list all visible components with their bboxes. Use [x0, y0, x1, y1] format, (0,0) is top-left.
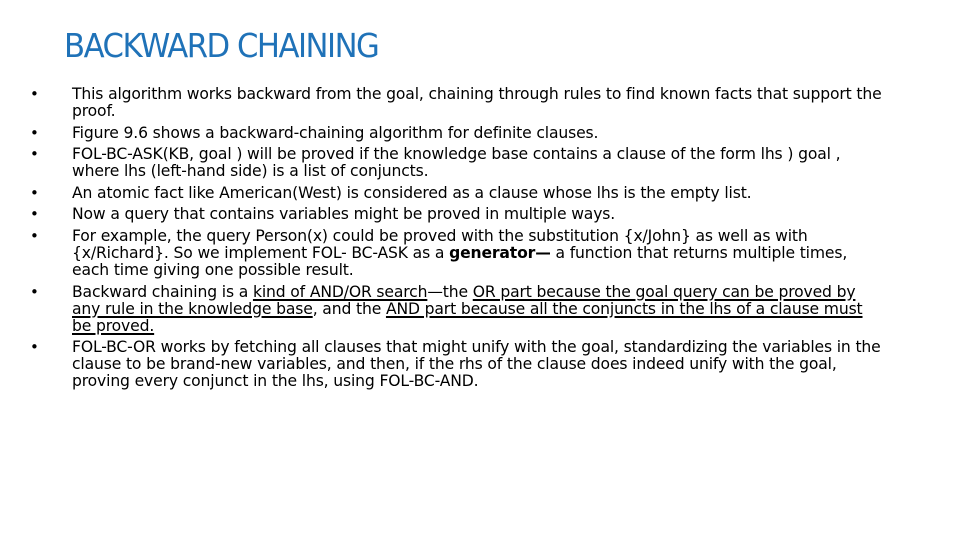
- bullet-text: This algorithm works backward from the g…: [72, 86, 882, 120]
- bullet-icon: •: [30, 205, 39, 224]
- bullet-icon: •: [30, 85, 39, 103]
- bullet-item: • For example, the query Person(x) could…: [26, 226, 886, 279]
- text-segment: Now a query that contains variables migh…: [72, 205, 616, 224]
- bullet-text: Backward chaining is a kind of AND/OR se…: [72, 282, 882, 335]
- bullet-icon: •: [30, 282, 39, 301]
- bullet-list: • This algorithm works backward from the…: [26, 86, 886, 395]
- bullet-text: FOL-BC-OR works by fetching all clauses …: [72, 339, 882, 390]
- bullet-text: For example, the query Person(x) could b…: [72, 227, 882, 279]
- text-segment: FOL-BC-ASK(KB, goal ) will be proved if …: [72, 145, 841, 181]
- text-segment: FOL-BC-OR works by fetching all clauses …: [72, 338, 881, 391]
- bullet-item: • Now a query that contains variables mi…: [26, 206, 886, 223]
- bullet-icon: •: [30, 226, 39, 245]
- bullet-text: Now a query that contains variables migh…: [72, 206, 882, 223]
- bullet-item: • This algorithm works backward from the…: [26, 86, 886, 120]
- bullet-icon: •: [30, 145, 39, 164]
- bullet-item: • Figure 9.6 shows a backward-chaining a…: [26, 123, 886, 142]
- bullet-text: An atomic fact like American(West) is co…: [72, 183, 882, 202]
- text-segment: This algorithm works backward from the g…: [72, 85, 882, 120]
- bullet-text: FOL-BC-ASK(KB, goal ) will be proved if …: [72, 146, 882, 180]
- generator-term: generator—: [449, 243, 551, 262]
- text-segment: Backward chaining is a: [72, 282, 253, 301]
- bullet-icon: •: [30, 183, 39, 202]
- bullet-item: • FOL-BC-OR works by fetching all clause…: [26, 339, 886, 390]
- bullet-item: • Backward chaining is a kind of AND/OR …: [26, 282, 886, 335]
- bullet-icon: •: [30, 123, 39, 142]
- text-segment: —the: [427, 282, 473, 301]
- text-segment: Figure 9.6 shows a backward-chaining alg…: [72, 123, 599, 142]
- text-segment: , and the: [312, 299, 386, 318]
- text-segment: An atomic fact like American(West) is co…: [72, 183, 752, 202]
- slide-title: BACKWARD CHAINING: [64, 26, 380, 65]
- bullet-icon: •: [30, 338, 39, 357]
- bullet-item: • An atomic fact like American(West) is …: [26, 183, 886, 202]
- underlined-phrase: kind of AND/OR search: [252, 282, 428, 301]
- bullet-item: • FOL-BC-ASK(KB, goal ) will be proved i…: [26, 146, 886, 180]
- bullet-text: Figure 9.6 shows a backward-chaining alg…: [72, 123, 882, 142]
